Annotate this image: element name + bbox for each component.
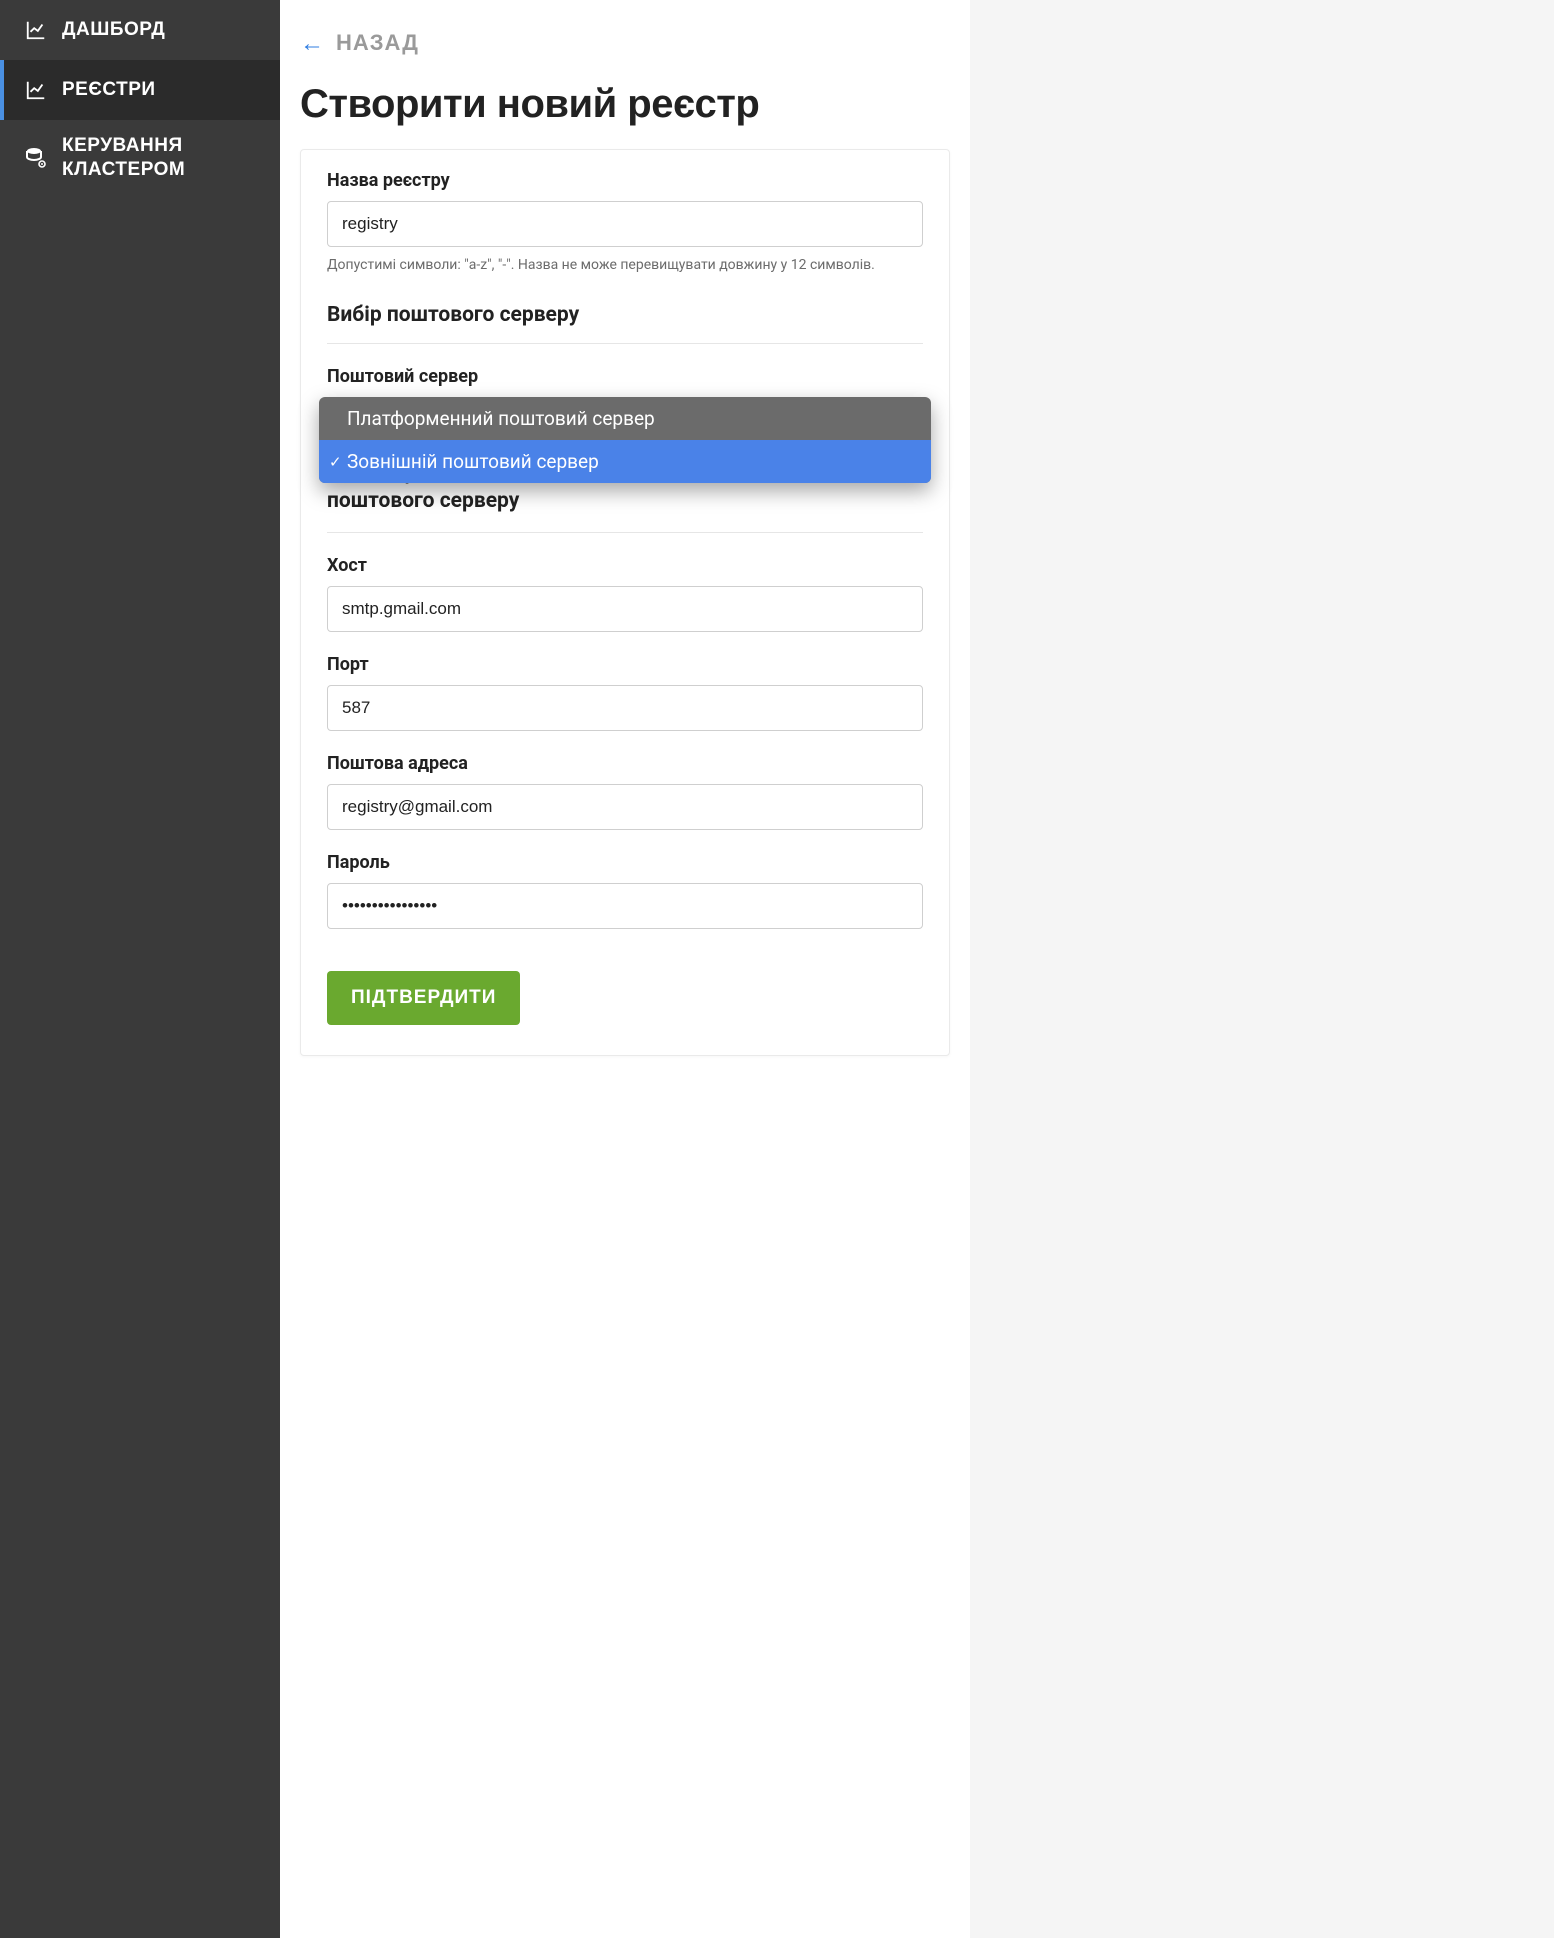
dropdown-option-platform[interactable]: Платформенний поштовий сервер: [319, 397, 931, 440]
password-label: Пароль: [327, 852, 923, 873]
chart-line-icon: [24, 78, 48, 102]
dropdown-option-label: Платформенний поштовий сервер: [347, 407, 655, 430]
email-input[interactable]: [327, 784, 923, 830]
mail-server-label: Поштовий сервер: [327, 366, 923, 387]
sidebar: ДАШБОРД РЕЄСТРИ КЕРУВАННЯ КЛАСТЕРОМ: [0, 0, 280, 1938]
sidebar-item-cluster[interactable]: КЕРУВАННЯ КЛАСТЕРОМ: [0, 120, 280, 196]
host-input[interactable]: [327, 586, 923, 632]
form-card: Назва реєстру Допустимі символи: "a-z", …: [300, 149, 950, 1056]
main-content: ← НАЗАД Створити новий реєстр Назва реєс…: [280, 0, 970, 1938]
sidebar-item-dashboard[interactable]: ДАШБОРД: [0, 0, 280, 60]
sidebar-item-label: КЕРУВАННЯ: [62, 134, 185, 158]
sidebar-item-label: РЕЄСТРИ: [62, 79, 156, 101]
email-group: Поштова адреса: [327, 753, 923, 830]
registry-name-label: Назва реєстру: [327, 170, 923, 191]
database-gear-icon: [24, 146, 48, 170]
registry-name-group: Назва реєстру Допустимі символи: "a-z", …: [327, 170, 923, 273]
registry-name-hint: Допустимі символи: "a-z", "-". Назва не …: [327, 257, 923, 273]
chart-line-icon: [24, 18, 48, 42]
host-label: Хост: [327, 555, 923, 576]
password-group: Пароль: [327, 852, 923, 929]
port-label: Порт: [327, 654, 923, 675]
sidebar-item-registries[interactable]: РЕЄСТРИ: [0, 60, 280, 120]
dropdown-option-external[interactable]: ✓ Зовнішній поштовий сервер: [319, 440, 931, 483]
dropdown-option-label: Зовнішній поштовий сервер: [347, 450, 599, 473]
check-icon: ✓: [329, 453, 342, 471]
mail-server-group: Поштовий сервер Платформенний поштовий с…: [327, 366, 923, 387]
sidebar-item-label: КЛАСТЕРОМ: [62, 158, 185, 182]
back-row: ← НАЗАД: [300, 30, 950, 56]
sidebar-item-label: ДАШБОРД: [62, 19, 165, 41]
submit-button[interactable]: ПІДТВЕРДИТИ: [327, 971, 520, 1025]
dropdown-panel: Платформенний поштовий сервер ✓ Зовнішні…: [319, 397, 931, 483]
back-label[interactable]: НАЗАД: [336, 30, 419, 56]
mail-server-heading: Вибір поштового серверу: [327, 303, 923, 344]
password-input[interactable]: [327, 883, 923, 929]
port-group: Порт: [327, 654, 923, 731]
page-title: Створити новий реєстр: [300, 82, 950, 127]
registry-name-input[interactable]: [327, 201, 923, 247]
email-label: Поштова адреса: [327, 753, 923, 774]
back-arrow-icon[interactable]: ←: [300, 31, 324, 55]
host-group: Хост: [327, 555, 923, 632]
port-input[interactable]: [327, 685, 923, 731]
